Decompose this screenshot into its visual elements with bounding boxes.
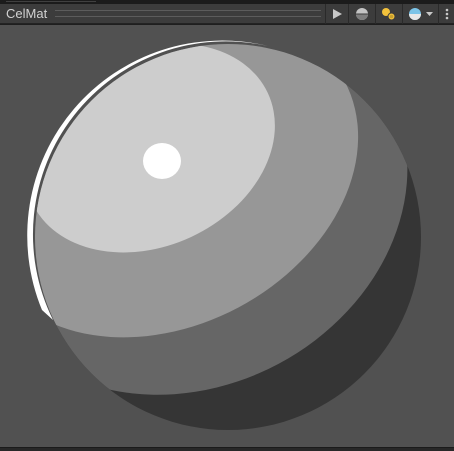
preview-toolbar: CelMat bbox=[0, 4, 454, 24]
more-options-button[interactable] bbox=[438, 4, 454, 24]
title-separator bbox=[55, 10, 321, 17]
window-bottom-edge bbox=[0, 447, 454, 451]
skydome-icon bbox=[408, 8, 433, 20]
play-button[interactable] bbox=[325, 4, 348, 24]
lights-icon bbox=[382, 8, 396, 21]
lights-button[interactable] bbox=[375, 4, 402, 24]
preview-sphere bbox=[27, 40, 421, 430]
material-preview-viewport[interactable] bbox=[0, 25, 454, 447]
preview-background-dropdown[interactable] bbox=[402, 4, 438, 24]
kebab-menu-icon bbox=[445, 8, 448, 20]
preview-shape-button[interactable] bbox=[348, 4, 375, 24]
tab-remnant bbox=[6, 0, 96, 2]
specular-highlight bbox=[143, 143, 181, 179]
play-icon bbox=[333, 9, 342, 19]
sphere-icon bbox=[356, 8, 368, 20]
material-title: CelMat bbox=[6, 6, 48, 21]
